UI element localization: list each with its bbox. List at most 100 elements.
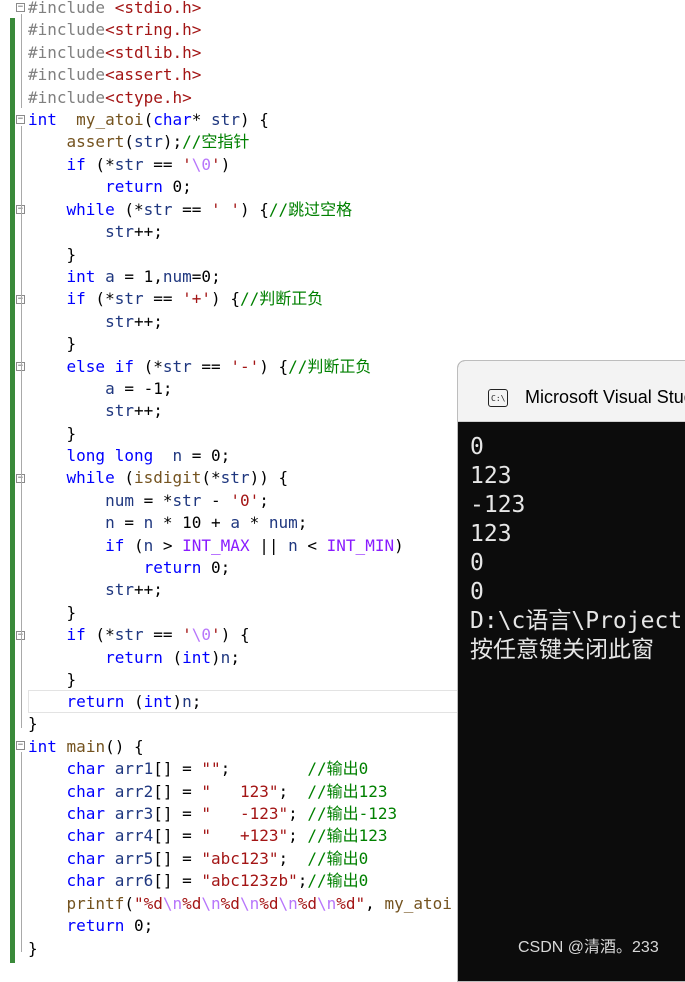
code-line[interactable]: return 0; — [28, 176, 192, 198]
code-token: <string.h> — [105, 20, 202, 39]
code-line[interactable]: str++; — [28, 579, 163, 601]
code-line[interactable]: int a = 1,num=0; — [28, 266, 221, 288]
code-line[interactable]: return (int)n; — [28, 691, 202, 713]
code-token: n — [143, 513, 154, 532]
code-token: ; — [288, 804, 308, 823]
fold-toggle-includes[interactable]: − — [16, 3, 25, 12]
code-token: <stdio.h> — [114, 0, 202, 17]
code-line[interactable]: assert(str);//空指针 — [28, 131, 250, 153]
code-line[interactable]: num = *str - '0'; — [28, 490, 269, 512]
code-line[interactable]: } — [28, 713, 38, 735]
code-token: return — [143, 558, 202, 577]
code-token: str — [105, 312, 134, 331]
code-line[interactable]: #include<stdlib.h> — [28, 42, 201, 64]
code-line[interactable]: int main() { — [28, 736, 144, 758]
debug-console-window[interactable]: C:\ Microsoft Visual Studio Debug Consol… — [457, 360, 685, 982]
code-token: } — [28, 714, 38, 733]
code-line[interactable]: } — [28, 602, 77, 624]
code-token: [] = — [153, 804, 202, 823]
code-token: =0; — [191, 267, 221, 286]
code-line[interactable]: #include<string.h> — [28, 19, 201, 41]
code-token: str — [114, 289, 144, 308]
code-token: a — [230, 513, 240, 532]
code-line[interactable]: n = n * 10 + a * num; — [28, 512, 307, 534]
code-line[interactable]: char arr4[] = " +123"; //输出123 — [28, 825, 388, 847]
code-line[interactable]: printf("%d\n%d\n%d\n%d\n%d\n%d", my_atoi — [28, 893, 452, 915]
code-line[interactable]: str++; — [28, 311, 163, 333]
code-line[interactable]: } — [28, 938, 38, 960]
code-token: [] = — [153, 871, 202, 890]
fold-toggle-main[interactable]: − — [16, 741, 25, 750]
code-line[interactable]: if (n > INT_MAX || n < INT_MIN) — [28, 535, 404, 557]
code-line[interactable]: if (*str == '+') {//判断正负 — [28, 288, 324, 310]
code-token: 0; — [124, 916, 154, 935]
code-token: (* — [85, 155, 115, 174]
code-line[interactable]: } — [28, 669, 77, 691]
code-token: '0' — [230, 491, 260, 510]
code-token: ); — [162, 132, 183, 151]
code-line[interactable]: } — [28, 423, 77, 445]
code-token: ' ' — [211, 200, 240, 219]
console-title: Microsoft Visual Studio Debug Console — [525, 387, 685, 407]
code-token: ' — [182, 625, 192, 644]
code-line[interactable]: } — [28, 244, 77, 266]
code-token: //输出123 — [307, 826, 388, 845]
code-line[interactable]: return 0; — [28, 915, 154, 937]
code-line[interactable]: else if (*str == '-') {//判断正负 — [28, 356, 372, 378]
code-token: ; — [230, 648, 240, 667]
fold-toggle-my-atoi[interactable]: − — [16, 115, 25, 124]
code-token: num — [268, 513, 298, 532]
code-line[interactable]: char arr5[] = "abc123"; //输出0 — [28, 848, 369, 870]
code-line[interactable]: long long n = 0; — [28, 445, 231, 467]
code-token: || — [249, 536, 289, 555]
code-line[interactable]: return (int)n; — [28, 647, 240, 669]
code-line[interactable]: char arr1[] = ""; //输出0 — [28, 758, 369, 780]
code-token: ' — [182, 155, 192, 174]
console-output-line: 0 — [470, 579, 484, 605]
code-line[interactable]: char arr6[] = "abc123zb";//输出0 — [28, 870, 369, 892]
console-output-line: 按任意键关闭此窗 — [470, 637, 654, 663]
code-token: str — [114, 155, 144, 174]
code-token: int — [28, 737, 57, 756]
code-token: int — [66, 267, 96, 286]
code-token: ) { — [259, 357, 289, 376]
code-token: return — [105, 177, 163, 196]
code-line[interactable]: if (*str == '\0') { — [28, 624, 250, 646]
code-token: arr5 — [114, 849, 154, 868]
code-token: ++; — [133, 222, 163, 241]
code-token: == — [172, 200, 212, 219]
code-line[interactable]: #include <stdio.h> — [28, 0, 201, 19]
code-line[interactable]: char arr3[] = " -123"; //输出-123 — [28, 803, 398, 825]
code-line[interactable]: while (*str == ' ') {//跳过空格 — [28, 199, 353, 221]
code-line[interactable]: str++; — [28, 400, 163, 422]
code-line[interactable]: int my_atoi(char* str) { — [28, 109, 269, 131]
code-line[interactable]: #include<ctype.h> — [28, 87, 192, 109]
code-line[interactable]: char arr2[] = " 123"; //输出123 — [28, 781, 388, 803]
code-line[interactable]: a = -1; — [28, 378, 172, 400]
code-line[interactable]: #include<assert.h> — [28, 64, 201, 86]
code-token: n — [172, 446, 183, 465]
code-line[interactable]: return 0; — [28, 557, 231, 579]
code-line[interactable]: while (isdigit(*str)) { — [28, 467, 289, 489]
code-line[interactable]: if (*str == '\0') — [28, 154, 231, 176]
code-token: ; — [297, 513, 308, 532]
code-token: char — [66, 826, 106, 845]
change-tracking-bar — [10, 18, 15, 963]
code-line[interactable]: } — [28, 333, 77, 355]
code-token: (* — [133, 357, 163, 376]
code-line[interactable]: str++; — [28, 221, 163, 243]
console-title-bar[interactable]: C:\ Microsoft Visual Studio Debug Consol… — [458, 361, 685, 422]
code-token: \0 — [191, 625, 212, 644]
